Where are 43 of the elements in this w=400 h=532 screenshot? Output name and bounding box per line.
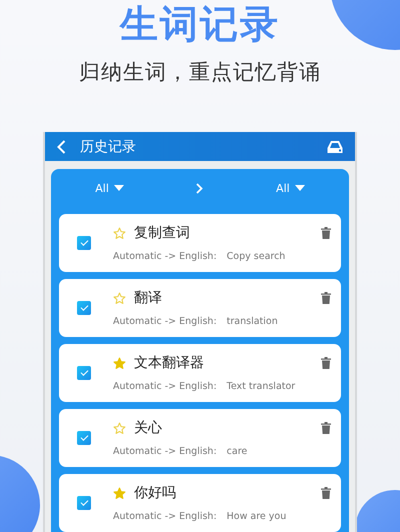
record-card[interactable]: 关心 Automatic -> English: care bbox=[59, 409, 341, 467]
language-direction-text: Automatic -> English: bbox=[113, 446, 217, 457]
record-card[interactable]: 你好吗 Automatic -> English: How are you bbox=[59, 474, 341, 532]
record-card[interactable]: 文本翻译器 Automatic -> English: Text translator bbox=[59, 344, 341, 402]
language-direction-text: Automatic -> English: bbox=[113, 381, 217, 392]
delete-icon[interactable] bbox=[321, 357, 331, 369]
checkbox[interactable] bbox=[77, 366, 91, 380]
chevron-right-icon bbox=[196, 182, 204, 194]
translation-text: How are you bbox=[226, 511, 286, 522]
word-text: 文本翻译器 bbox=[134, 354, 205, 372]
word-text: 你好吗 bbox=[134, 484, 177, 502]
delete-icon[interactable] bbox=[321, 227, 331, 239]
checkbox[interactable] bbox=[77, 431, 91, 445]
back-icon[interactable] bbox=[57, 140, 66, 154]
word-text: 复制查词 bbox=[134, 224, 191, 242]
screen-title: 历史记录 bbox=[80, 138, 137, 156]
translation-text: care bbox=[226, 446, 248, 457]
record-card[interactable]: 复制查词 Automatic -> English: Copy search bbox=[59, 214, 341, 272]
caret-icon bbox=[114, 185, 124, 191]
language-direction-text: Automatic -> English: bbox=[113, 316, 217, 327]
subheadline: 归纳生词，重点记忆背诵 bbox=[79, 59, 321, 86]
delete-icon[interactable] bbox=[321, 487, 331, 499]
caret-icon bbox=[294, 185, 305, 191]
checkbox[interactable] bbox=[77, 496, 91, 510]
translation-text: Text translator bbox=[226, 381, 296, 392]
word-text: 关心 bbox=[134, 419, 163, 437]
star-icon[interactable] bbox=[113, 292, 126, 304]
checkbox[interactable] bbox=[77, 301, 91, 315]
delete-icon[interactable] bbox=[321, 292, 331, 304]
checkbox[interactable] bbox=[77, 236, 91, 250]
headline: 生词记录 bbox=[120, 2, 280, 46]
storage-icon[interactable] bbox=[327, 140, 343, 154]
language-direction-text: Automatic -> English: bbox=[113, 251, 217, 262]
star-icon[interactable] bbox=[113, 226, 126, 240]
delete-icon[interactable] bbox=[321, 422, 331, 434]
star-icon[interactable] bbox=[113, 356, 126, 370]
translation-text: Copy search bbox=[226, 251, 286, 262]
record-card[interactable]: 翻译 Automatic -> English: translation bbox=[59, 279, 341, 337]
language-direction-text: Automatic -> English: bbox=[113, 511, 217, 522]
star-icon[interactable] bbox=[113, 422, 126, 434]
word-text: 翻译 bbox=[134, 289, 163, 307]
star-icon[interactable] bbox=[113, 486, 126, 500]
translation-text: translation bbox=[226, 316, 278, 327]
